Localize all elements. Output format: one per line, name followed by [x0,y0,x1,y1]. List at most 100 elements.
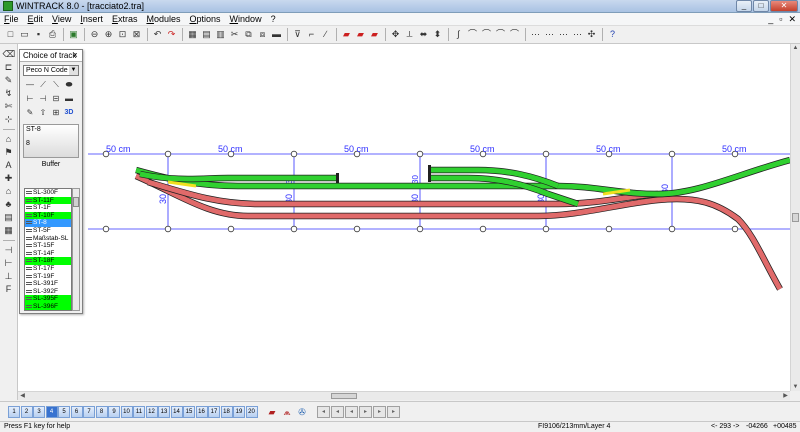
cut-icon[interactable]: ✂ [228,28,241,41]
track-list-item[interactable]: ST-18F [25,257,71,265]
layer-settings-icon[interactable]: ✇ [296,406,308,418]
panel-title-bar[interactable]: Choice of track x [20,50,82,62]
panel-close-icon[interactable]: x [71,51,80,60]
layer-button[interactable]: 3 [33,405,45,418]
nav-back-icon[interactable]: ◂ [345,405,358,418]
layer-button[interactable]: 17 [208,405,220,418]
buffer-icon[interactable]: ▬ [64,94,74,104]
nav-back-icon[interactable]: ◂ [317,405,330,418]
menu-extras[interactable]: Extras [112,14,138,24]
menu-file[interactable]: File [4,14,19,24]
undo-icon[interactable]: ↶ [151,28,164,41]
menu-window[interactable]: Window [230,14,262,24]
vertical-scroll-thumb[interactable] [792,213,799,222]
track-list-item[interactable]: Maßstab-SL [25,235,71,243]
align-icon[interactable]: ✥ [389,28,402,41]
clip-icon[interactable]: ⧉ [242,28,255,41]
left-switch-icon[interactable]: ⊢ [25,94,35,104]
layer-button[interactable]: 7 [83,405,95,418]
turntable-icon[interactable]: ⬬ [64,80,74,90]
track-red3-icon[interactable]: ▰ [368,28,381,41]
layer-button[interactable]: 2 [20,405,33,418]
flex4-icon[interactable]: ⌒ [494,28,507,41]
print-icon[interactable]: ⎙ [46,28,59,41]
track-list-item[interactable]: SL-395F [25,295,71,303]
maximize-button[interactable]: □ [753,0,769,12]
erase-icon[interactable]: ⌫ [3,48,16,60]
ruler-icon[interactable]: ⋯ [529,28,542,41]
grid-icon[interactable]: ▦ [3,224,15,236]
doc-icon[interactable]: ▥ [214,28,227,41]
track-list-scrollbar[interactable] [72,188,80,311]
paste-icon[interactable]: ▤ [200,28,213,41]
layer-color-icon[interactable]: ▰ [266,406,278,418]
flag-icon[interactable]: ⚑ [3,146,15,158]
right-switch-icon[interactable]: ⊣ [38,94,48,104]
track-red2-icon[interactable]: ▰ [354,28,367,41]
ruler4-icon[interactable]: ⋯ [571,28,584,41]
building-icon[interactable]: ⌂ [3,185,15,197]
table-icon[interactable]: ▤ [3,211,15,223]
3d-view-icon[interactable]: 3D [64,108,74,118]
track-list[interactable]: SL-300F ST-11F ST-1F ST-10F ST-8 ST-5F Maßstab… [24,188,72,311]
text-icon[interactable]: A [3,159,15,171]
track-list-item[interactable]: ST-17F [25,265,71,273]
flex2-icon[interactable]: ⌒ [466,28,479,41]
bracket-right-icon[interactable]: ⊢ [3,257,15,269]
track-list-item[interactable]: SL-300F [25,189,71,197]
track-list-item[interactable]: ST-14F [25,250,71,258]
image-icon[interactable]: ▣ [67,28,80,41]
crosshair-icon[interactable]: ⊹ [3,113,15,125]
nav-forward-icon[interactable]: ▸ [373,405,386,418]
edit-track-icon[interactable]: ✎ [25,108,35,118]
doc-minimize-button[interactable]: _ [768,14,773,25]
horizontal-scrollbar[interactable]: ◀ ▶ [18,391,790,400]
layer-button[interactable]: 10 [120,405,133,418]
flex3-icon[interactable]: ⌒ [480,28,493,41]
pencil-icon[interactable]: ✎ [3,74,15,86]
layer-button[interactable]: 16 [195,405,208,418]
help-icon[interactable]: ? [606,28,619,41]
anchor-icon[interactable]: ⊥ [3,270,15,282]
scroll-left-arrow-icon[interactable]: ◀ [18,392,27,400]
doc-close-button[interactable]: ✕ [788,14,796,25]
chevron-down-icon[interactable]: ▼ [69,66,78,75]
flex-track-icon[interactable]: ⟍ [51,80,61,90]
layer-button[interactable]: 8 [95,405,108,418]
layer-button[interactable]: 5 [58,405,70,418]
doc-restore-button[interactable]: ▫ [779,14,782,25]
layer-button[interactable]: 11 [133,405,145,418]
scroll-down-arrow-icon[interactable]: ▼ [791,383,800,391]
track-list-scroll-thumb[interactable] [73,197,79,207]
menu-view[interactable]: View [52,14,71,24]
copy-icon[interactable]: ▦ [186,28,199,41]
layer-button[interactable]: 18 [220,405,233,418]
nav-back-icon[interactable]: ◂ [331,405,344,418]
scissors-icon[interactable]: ✄ [3,100,15,112]
layer-button[interactable]: 12 [145,405,158,418]
menu-options[interactable]: Options [190,14,221,24]
track-list-item[interactable]: SL-391F [25,280,71,288]
select-icon[interactable]: ⌐ [305,28,318,41]
menu-insert[interactable]: Insert [80,14,103,24]
duplicate-icon[interactable]: ⧈ [256,28,269,41]
filter-icon[interactable]: ⊽ [291,28,304,41]
layer-button[interactable]: 9 [108,405,120,418]
horizontal-scroll-thumb[interactable] [331,393,357,399]
font-icon[interactable]: F [3,283,15,295]
menu-edit[interactable]: Edit [28,14,44,24]
crossing-icon[interactable]: ⊟ [51,94,61,104]
close-button[interactable]: ✕ [770,0,798,12]
menu-modules[interactable]: Modules [146,14,180,24]
ruler2-icon[interactable]: ⋯ [543,28,556,41]
open-icon[interactable]: ▭ [18,28,31,41]
zoom-out-icon[interactable]: ⊖ [88,28,101,41]
layer-button[interactable]: 1 [8,405,20,418]
nav-forward-icon[interactable]: ▸ [359,405,372,418]
layer-hide-icon[interactable]: ⩕ [281,406,293,418]
flex5-icon[interactable]: ⌒ [508,28,521,41]
zoom-in-icon[interactable]: ⊕ [102,28,115,41]
redo-icon[interactable]: ↷ [165,28,178,41]
layer-button[interactable]: 6 [70,405,83,418]
menu-help[interactable]: ? [271,14,276,24]
